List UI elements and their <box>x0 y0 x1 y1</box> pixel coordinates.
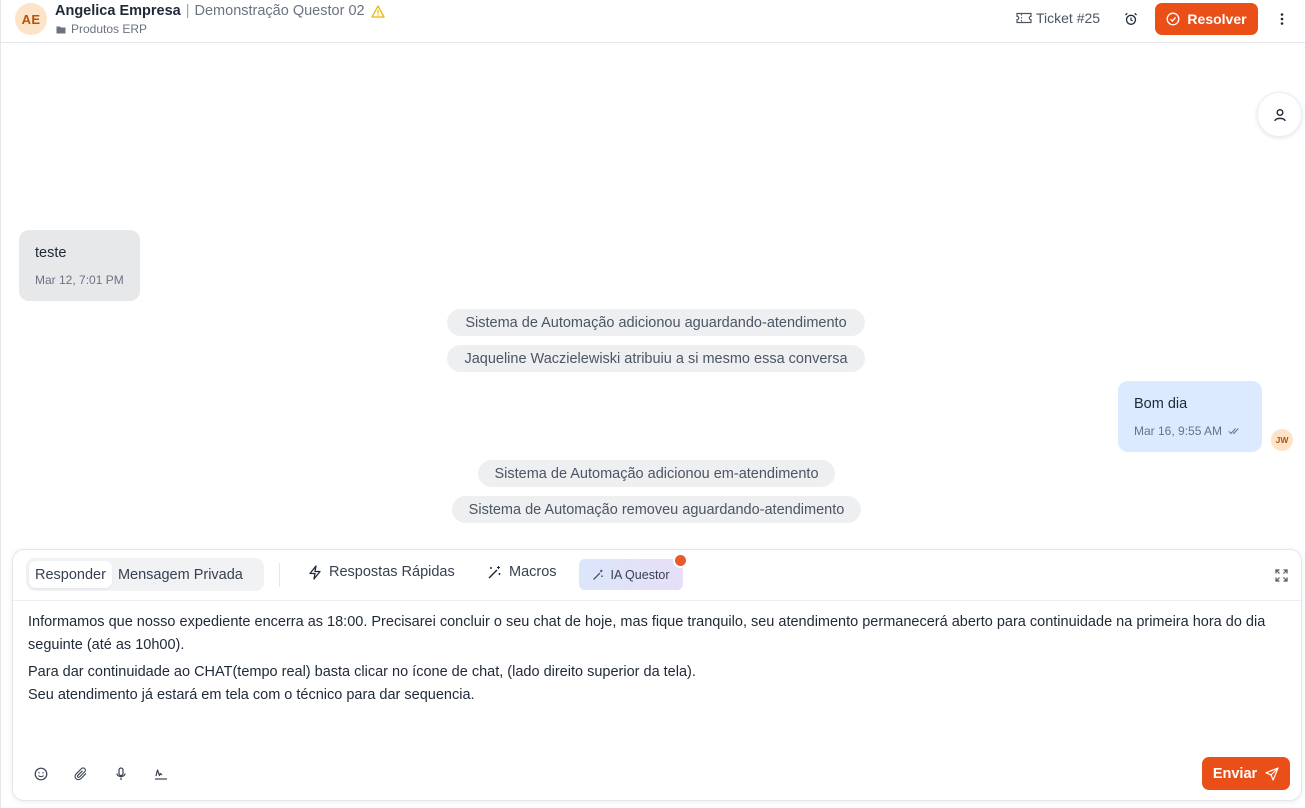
notification-dot <box>673 553 688 568</box>
inbox-name: Demonstração Questor 02 <box>194 3 365 19</box>
macros-button[interactable]: Macros <box>487 564 557 580</box>
expand-icon <box>1274 568 1288 582</box>
folder-icon <box>56 26 66 33</box>
message-time: Mar 16, 9:55 AM <box>1134 424 1246 438</box>
message-time: Mar 12, 7:01 PM <box>35 273 124 287</box>
composer-divider <box>13 600 1301 601</box>
message-outgoing[interactable]: Bom dia Mar 16, 9:55 AM <box>1118 381 1262 452</box>
contact-name[interactable]: Angelica Empresa <box>55 3 181 19</box>
conversation-header: AE Angelica Empresa | Demonstração Quest… <box>1 0 1305 43</box>
magic-wand-icon <box>488 565 501 578</box>
ticket-label: Ticket #25 <box>1036 10 1101 26</box>
message-text: Bom dia <box>1134 396 1188 412</box>
expand-editor-button[interactable] <box>1273 567 1289 583</box>
activity-message: Sistema de Automação adicionou aguardand… <box>447 309 865 336</box>
reply-mode-toggle: Responder Mensagem Privada <box>26 558 264 591</box>
alarm-clock-icon <box>1125 12 1137 25</box>
message-editor[interactable]: Informamos que nosso expediente encerra … <box>28 611 1288 711</box>
activity-message: Sistema de Automação adicionou em-atendi… <box>478 460 835 487</box>
private-note-mode-button[interactable]: Mensagem Privada <box>112 561 249 588</box>
quick-replies-label: Respostas Rápidas <box>329 564 455 580</box>
conversation-view: AE Angelica Empresa | Demonstração Quest… <box>0 0 1305 808</box>
emoji-icon <box>34 767 48 781</box>
send-label: Enviar <box>1212 765 1258 782</box>
emoji-button[interactable] <box>32 765 50 783</box>
toolbar-divider <box>279 563 280 587</box>
more-options-button[interactable] <box>1272 9 1292 29</box>
quick-replies-button[interactable]: Respostas Rápidas <box>308 564 455 580</box>
microphone-icon <box>116 767 126 780</box>
send-button[interactable]: Enviar <box>1202 757 1290 790</box>
message-text: teste <box>35 245 67 261</box>
lightning-icon <box>309 564 321 580</box>
snooze-button[interactable] <box>1121 9 1141 29</box>
ticket-link[interactable]: Ticket #25 <box>1016 10 1100 26</box>
macros-label: Macros <box>509 564 557 580</box>
inbox-subtitle-row: Produtos ERP <box>56 22 147 36</box>
message-timestamp: Mar 16, 9:55 AM <box>1134 424 1223 438</box>
ia-questor-button[interactable]: IA Questor <box>579 559 683 590</box>
user-icon <box>1273 108 1286 121</box>
more-vertical-icon <box>1280 13 1284 25</box>
contact-title: Angelica Empresa | Demonstração Questor … <box>55 3 385 19</box>
editor-paragraph: Informamos que nosso expediente encerra … <box>28 614 1266 653</box>
resolve-label: Resolver <box>1187 11 1247 27</box>
inbox-subtitle: Produtos ERP <box>71 22 148 36</box>
reply-mode-button[interactable]: Responder <box>29 561 112 588</box>
ticket-icon <box>1016 12 1032 24</box>
record-audio-button[interactable] <box>112 765 130 783</box>
double-check-icon <box>1228 428 1239 435</box>
message-timestamp: Mar 12, 7:01 PM <box>35 273 124 287</box>
contact-panel-button[interactable] <box>1257 92 1302 137</box>
activity-message: Jaqueline Waczielewiski atribuiu a si me… <box>447 345 865 372</box>
title-separator: | <box>185 3 190 19</box>
activity-message: Sistema de Automação removeu aguardando-… <box>452 496 861 523</box>
signature-button[interactable] <box>152 765 170 783</box>
agent-avatar: JW <box>1271 429 1293 451</box>
attach-button[interactable] <box>72 765 90 783</box>
editor-paragraph: Seu atendimento já estará em tela com o … <box>28 687 475 703</box>
warning-icon[interactable] <box>370 4 385 18</box>
magic-wand-icon <box>593 569 604 580</box>
ia-questor-label: IA Questor <box>610 567 670 582</box>
resolve-button[interactable]: Resolver <box>1155 3 1258 35</box>
message-incoming[interactable]: teste Mar 12, 7:01 PM <box>19 230 140 301</box>
send-icon <box>1265 766 1279 781</box>
check-circle-icon <box>1166 12 1180 26</box>
contact-avatar[interactable]: AE <box>15 3 47 35</box>
signature-icon <box>155 769 167 780</box>
editor-paragraph: Para dar continuidade ao CHAT(tempo real… <box>28 664 696 680</box>
reply-composer: Responder Mensagem Privada Respostas Ráp… <box>12 549 1302 801</box>
attachment-icon <box>74 767 87 781</box>
